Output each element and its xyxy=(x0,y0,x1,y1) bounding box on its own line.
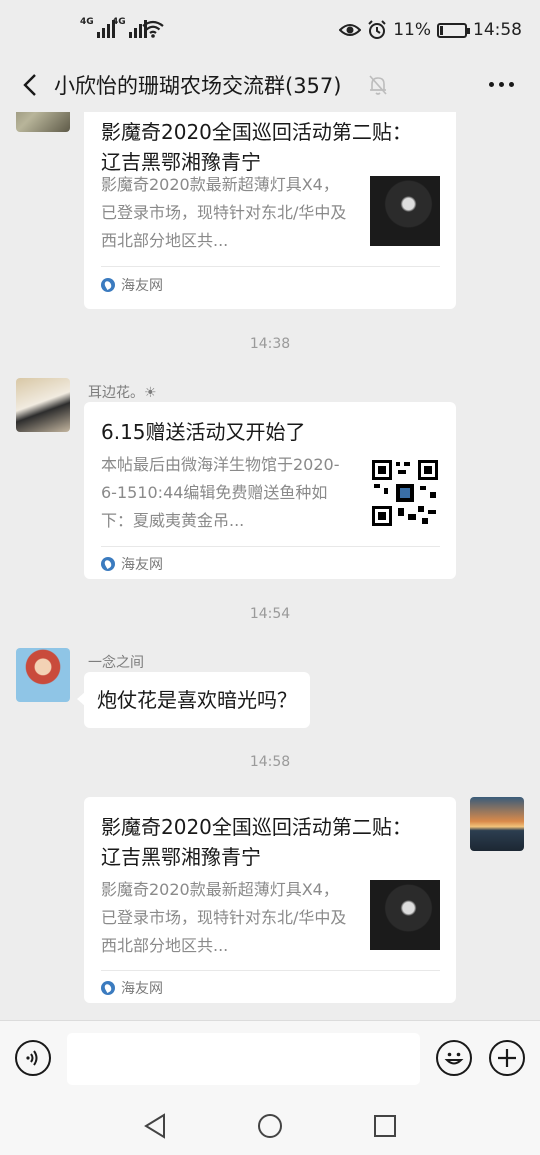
voice-icon[interactable] xyxy=(15,1040,51,1076)
nav-back-triangle-icon[interactable] xyxy=(143,1113,167,1139)
more-dots-icon[interactable] xyxy=(489,82,514,87)
status-time: 14:58 xyxy=(473,20,522,40)
battery-level-fill xyxy=(440,25,443,35)
input-bar xyxy=(0,1020,540,1096)
card-source-label: 海友网 xyxy=(121,278,163,294)
nav-recents-square-icon[interactable] xyxy=(373,1114,397,1138)
timestamp: 14:54 xyxy=(249,606,291,622)
source-logo-icon xyxy=(101,557,115,571)
card-title: 影魔奇2020全国巡回活动第二贴： 辽吉黑鄂湘豫青宁 xyxy=(101,815,412,869)
chat-header: 小欣怡的珊瑚农场交流群(357) xyxy=(0,60,540,112)
mute-bell-icon xyxy=(369,75,387,95)
card-description: 本帖最后由微海洋生物馆于2020-6-1510:44编辑免费赠送鱼种如下：夏威夷… xyxy=(101,455,340,530)
card-source: 海友网 xyxy=(101,275,163,295)
battery-percent: 11% xyxy=(393,20,431,40)
link-card[interactable]: 6.15赠送活动又开始了 本帖最后由微海洋生物馆于2020-6-1510:44编… xyxy=(84,402,456,579)
timestamp: 14:58 xyxy=(249,754,291,770)
sim2-network-label: 4G xyxy=(112,17,126,27)
back-arrow-icon[interactable] xyxy=(18,72,44,98)
qr-code-thumbnail xyxy=(370,458,440,528)
source-logo-icon xyxy=(101,981,115,995)
text-message-bubble[interactable]: 炮仗花是喜欢暗光吗？ xyxy=(77,672,310,728)
link-card[interactable]: 影魔奇2020全国巡回活动第二贴： 辽吉黑鄂湘豫青宁 影魔奇2020款最新超薄灯… xyxy=(84,797,456,1003)
avatar[interactable] xyxy=(16,112,70,132)
signal-strength-icon-sim1: 4G xyxy=(80,18,115,38)
message-input[interactable] xyxy=(67,1033,420,1085)
eye-comfort-icon xyxy=(339,24,362,36)
my-avatar[interactable] xyxy=(470,797,524,851)
avatar[interactable] xyxy=(16,648,70,702)
emoji-icon[interactable] xyxy=(436,1040,472,1076)
wifi-icon xyxy=(142,20,164,38)
card-description: 影魔奇2020款最新超薄灯具X4，已登录市场，现特针对东北/华中及西北部分地区共… xyxy=(101,175,347,250)
sim1-network-label: 4G xyxy=(80,17,94,27)
system-navigation-bar xyxy=(0,1096,540,1155)
alarm-icon xyxy=(368,20,386,39)
card-description: 影魔奇2020款最新超薄灯具X4，已登录市场，现特针对东北/华中及西北部分地区共… xyxy=(101,880,347,955)
sender-name: 一念之间 xyxy=(88,655,144,671)
card-source-label: 海友网 xyxy=(121,557,163,573)
plus-icon[interactable] xyxy=(489,1040,525,1076)
status-bar: 4G 4G 11% 14:58 xyxy=(0,0,540,60)
battery-icon xyxy=(437,22,470,38)
card-title: 6.15赠送活动又开始了 xyxy=(101,420,306,444)
chat-message-list[interactable]: 影魔奇2020全国巡回活动第二贴： 辽吉黑鄂湘豫青宁 影魔奇2020款最新超薄灯… xyxy=(0,112,540,1020)
card-thumbnail xyxy=(370,176,440,246)
link-card[interactable]: 影魔奇2020全国巡回活动第二贴： 辽吉黑鄂湘豫青宁 影魔奇2020款最新超薄灯… xyxy=(84,112,456,309)
card-thumbnail xyxy=(370,880,440,950)
timestamp: 14:38 xyxy=(249,336,291,352)
card-title: 影魔奇2020全国巡回活动第二贴： 辽吉黑鄂湘豫青宁 xyxy=(101,120,412,174)
sender-name: 耳边花。☀ xyxy=(88,385,157,401)
card-source: 海友网 xyxy=(101,554,163,574)
chat-title: 小欣怡的珊瑚农场交流群(357) xyxy=(54,74,342,98)
source-logo-icon xyxy=(101,278,115,292)
card-source-label: 海友网 xyxy=(121,981,163,997)
card-source: 海友网 xyxy=(101,978,163,998)
nav-home-circle-icon[interactable] xyxy=(257,1113,283,1139)
avatar[interactable] xyxy=(16,378,70,432)
